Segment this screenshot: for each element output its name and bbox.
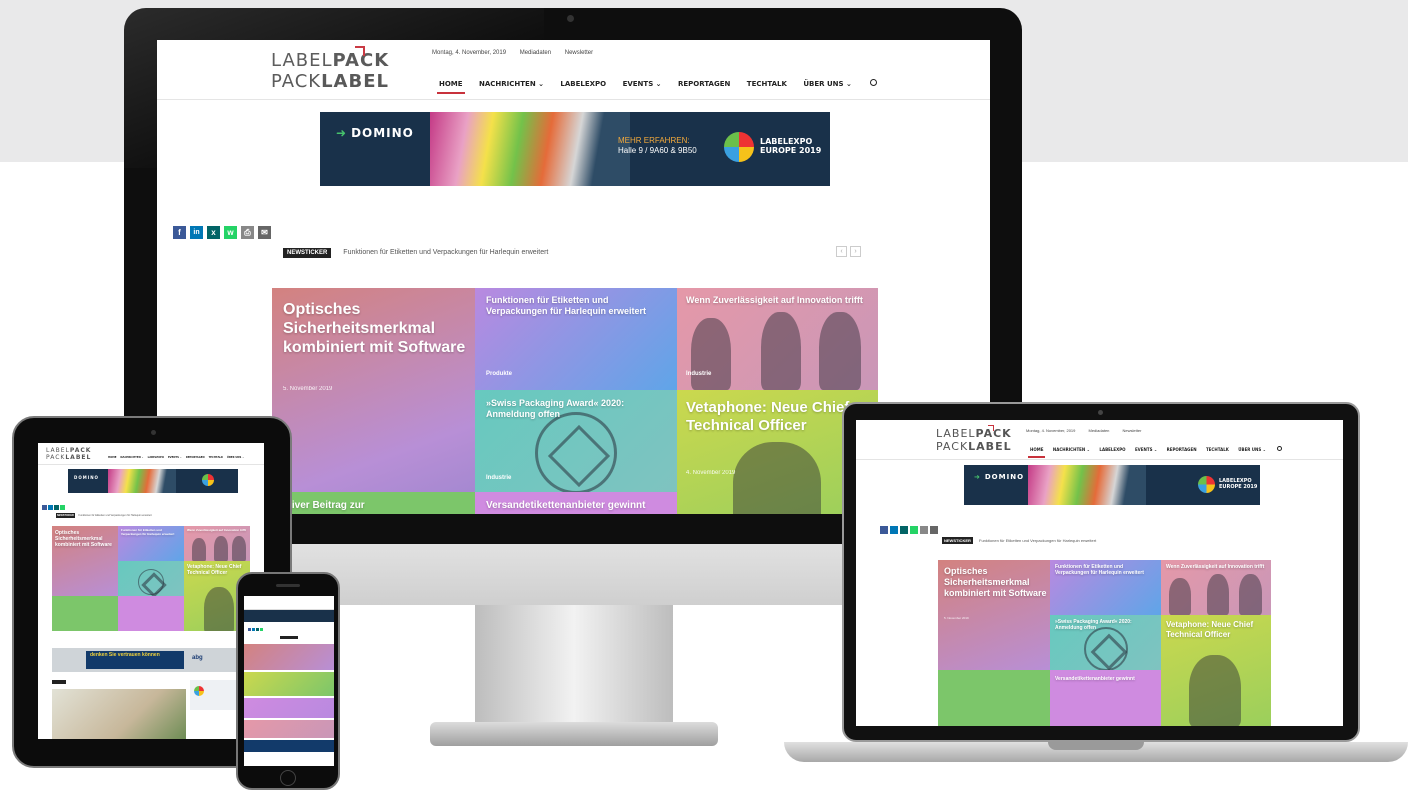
award-emblem-icon <box>535 412 617 492</box>
xing-icon[interactable]: x <box>207 226 220 239</box>
mediadaten-link[interactable]: Mediadaten <box>520 50 551 56</box>
phone-screen <box>244 596 334 766</box>
top-bar: Montag, 4. November, 2019 Mediadaten New… <box>432 50 605 56</box>
facebook-icon[interactable] <box>42 505 47 510</box>
award-emblem-icon <box>1084 627 1128 670</box>
monitor-foot <box>430 722 718 746</box>
newsletter-link[interactable]: Newsletter <box>565 50 593 56</box>
nav-ueber-uns[interactable]: ÜBER UNS ⌄ <box>803 80 852 88</box>
home-button[interactable] <box>280 770 296 786</box>
linkedin-icon[interactable] <box>252 628 255 631</box>
nav-reportagen[interactable]: REPORTAGEN <box>678 80 730 88</box>
whatsapp-icon[interactable]: w <box>224 226 237 239</box>
domino-banner[interactable]: ➜ DOMINO MEHR ERFAHREN: Halle 9 / 9A60 & … <box>320 112 830 186</box>
award-emblem-icon <box>138 569 164 595</box>
laptop-screen: LABELPACK PACKLABEL Montag, 4. November,… <box>856 420 1343 726</box>
xing-icon[interactable] <box>900 526 908 534</box>
nav-home[interactable]: HOME <box>437 80 465 94</box>
tile-funktionen[interactable]: Funktionen für Etiketten und Verpackunge… <box>475 288 677 390</box>
search-icon[interactable] <box>870 79 878 86</box>
tile-optisches[interactable]: Optisches Sicherheitsmerkmal kombiniert … <box>272 288 475 514</box>
search-icon[interactable] <box>1277 446 1283 451</box>
ticker-prev-button[interactable]: ‹ <box>836 246 847 257</box>
tile-versandetiketten[interactable]: Versandetikettenanbieter gewinnt <box>475 492 677 514</box>
camera-icon <box>151 430 156 435</box>
email-icon[interactable]: ✉ <box>258 226 271 239</box>
camera-icon <box>1098 410 1103 415</box>
tile-beitrag[interactable]: ktiver Beitrag zur <box>272 492 475 514</box>
xing-icon[interactable] <box>54 505 59 510</box>
ticker-text[interactable]: Funktionen für Etiketten und Verpackunge… <box>343 249 548 256</box>
tile-zuverlaessigkeit[interactable]: Wenn Zuverlässigkeit auf Innovation trif… <box>677 288 878 390</box>
linkedin-icon[interactable]: in <box>190 226 203 239</box>
print-icon[interactable] <box>920 526 928 534</box>
news-ticker: NEWSTICKER Funktionen für Etiketten und … <box>283 248 548 258</box>
ticker-next-button[interactable]: › <box>850 246 861 257</box>
linkedin-icon[interactable] <box>890 526 898 534</box>
labelexpo-logo-icon <box>724 132 754 162</box>
email-icon[interactable] <box>930 526 938 534</box>
logo-corner-mark <box>355 46 365 56</box>
laptop-notch <box>1048 742 1144 750</box>
site-logo[interactable]: LABELPACK PACKLABEL <box>936 425 1012 452</box>
nav-techtalk[interactable]: TECHTALK <box>747 80 787 88</box>
facebook-icon[interactable] <box>248 628 251 631</box>
nav-events[interactable]: EVENTS ⌄ <box>623 80 662 88</box>
tablet-article-image <box>52 689 186 739</box>
banner-product-image <box>430 112 630 186</box>
site-logo[interactable]: LABELPACK PACKLABEL <box>271 46 389 91</box>
print-icon[interactable]: ⎙ <box>241 226 254 239</box>
domino-banner[interactable]: ➜ DOMINO LABELEXPO EUROPE 2019 <box>964 465 1260 505</box>
whatsapp-icon[interactable] <box>260 628 263 631</box>
site-logo[interactable]: LABELPACK PACKLABEL <box>46 448 91 461</box>
monitor-stand <box>475 605 673 725</box>
site-header: LABELPACK PACKLABEL Montag, 4. November,… <box>157 40 990 100</box>
domino-arrow-icon: ➜ <box>336 126 348 140</box>
whatsapp-icon[interactable] <box>910 526 918 534</box>
abg-ad-banner[interactable]: denken Sie vertrauen können abg <box>52 648 250 672</box>
nav-labelexpo[interactable]: LABELEXPO <box>560 80 606 88</box>
facebook-icon[interactable]: f <box>173 226 186 239</box>
facebook-icon[interactable] <box>880 526 888 534</box>
tablet-screen: LABELPACK PACKLABEL HOME NACHRICHTEN ⌄ LAB… <box>38 443 264 739</box>
xing-icon[interactable] <box>256 628 259 631</box>
linkedin-icon[interactable] <box>48 505 53 510</box>
phone-banner <box>244 610 334 622</box>
tile-swiss-packaging[interactable]: »Swiss Packaging Award« 2020: Anmeldung … <box>475 390 677 492</box>
camera-icon <box>567 15 574 22</box>
main-nav: HOME NACHRICHTEN ⌄ LABELEXPO EVENTS ⌄ RE… <box>437 79 878 94</box>
phone-ad-banner <box>244 740 334 752</box>
whatsapp-icon[interactable] <box>60 505 65 510</box>
current-date: Montag, 4. November, 2019 <box>432 50 507 56</box>
ticker-tag: NEWSTICKER <box>283 248 332 258</box>
phone-speaker <box>276 584 300 587</box>
domino-banner[interactable]: DOMINO <box>68 469 238 493</box>
nav-nachrichten[interactable]: NACHRICHTEN ⌄ <box>479 80 544 88</box>
share-bar: f in x w ⎙ ✉ <box>173 226 271 244</box>
